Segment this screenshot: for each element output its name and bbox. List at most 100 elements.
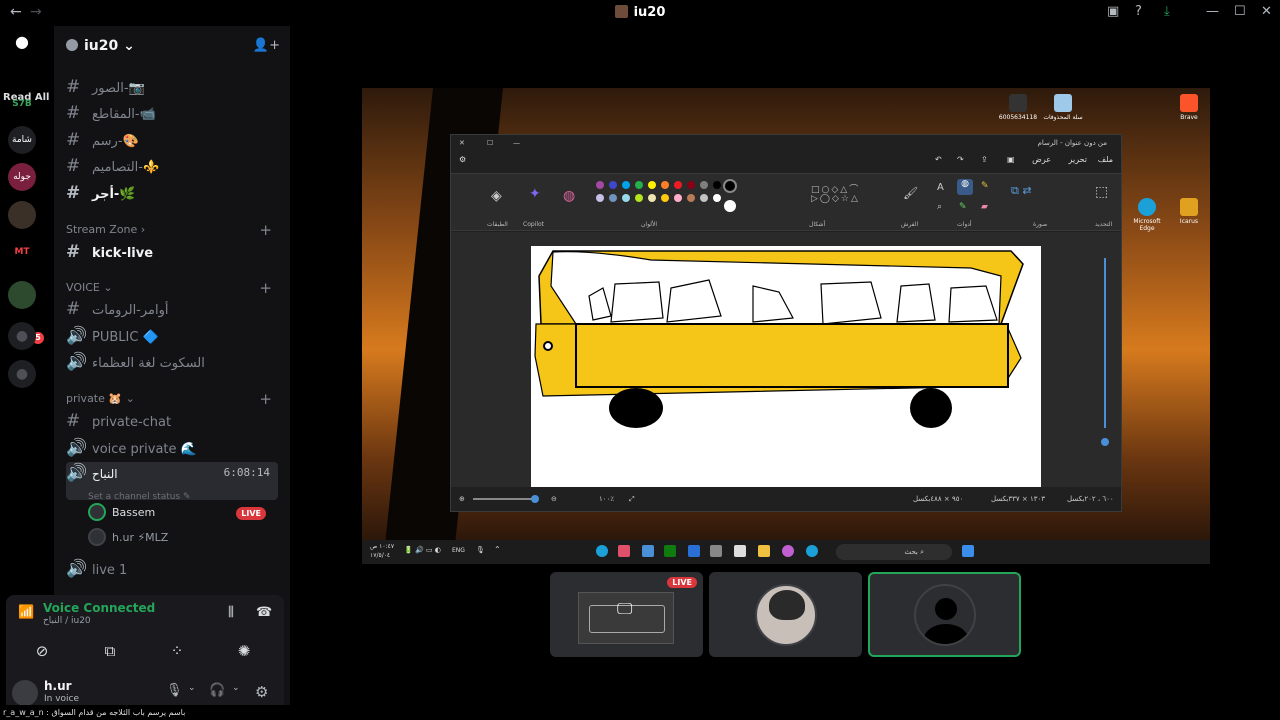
channel-room-commands[interactable]: # أوامر-الرومات bbox=[66, 298, 278, 320]
image-label: صورة bbox=[1033, 221, 1048, 228]
secondary-color bbox=[724, 200, 736, 212]
color-swatch bbox=[661, 181, 669, 189]
voice-location[interactable]: النباح / iu20 bbox=[43, 616, 91, 626]
minimize-icon[interactable]: — bbox=[1206, 4, 1219, 19]
discover-icon[interactable]: ● bbox=[8, 360, 36, 388]
download-icon[interactable]: ⤓ bbox=[1164, 4, 1170, 19]
brush-icon: 🖌 bbox=[903, 186, 919, 200]
tile-user-avatar[interactable] bbox=[709, 572, 862, 657]
server-2[interactable]: شامة bbox=[8, 126, 36, 154]
screen-share-stream[interactable]: 6005634118 سلة المحذوفات Brave Microsoft… bbox=[362, 88, 1210, 564]
inbox-icon[interactable]: ▣ bbox=[1107, 4, 1119, 19]
paint-ribbon: ◈ ✦ ◍ □○◇△⌒ ▷◯◇☆△ 🖌 A ◍ ✎ ⌕ ✎ ▰ ⧉ ⇄ ⬚ ال… bbox=[451, 173, 1121, 231]
color-swatch bbox=[622, 181, 630, 189]
bus-wheel-rear bbox=[910, 388, 952, 428]
zoom-slider-knob bbox=[531, 495, 539, 503]
color-swatch bbox=[674, 181, 682, 189]
channel-clips[interactable]: # المقاطع-📹 bbox=[66, 102, 278, 124]
avatar-head bbox=[934, 597, 957, 620]
paint-icon bbox=[782, 545, 794, 557]
settings-gear-icon[interactable]: ⚙ bbox=[255, 683, 268, 701]
signal-icon[interactable]: 📶 bbox=[18, 605, 34, 620]
server-s7b[interactable]: S7B bbox=[8, 90, 36, 118]
color-swatch bbox=[609, 194, 617, 202]
category-voice[interactable]: VOICE ⌄ + bbox=[66, 279, 278, 297]
screen-share-button[interactable]: ⧉ bbox=[80, 637, 140, 665]
microphone-icon[interactable]: 🎙 bbox=[166, 683, 183, 698]
channel-public[interactable]: 🔊 PUBLIC 🔷 bbox=[66, 325, 278, 347]
desktop-icon-recycle: سلة المحذوفات bbox=[1043, 94, 1083, 121]
channel-current-voice[interactable]: 🔊 النباح 6:08:14 Set a channel status ✎ bbox=[66, 462, 278, 502]
brushes-label: الفرش bbox=[901, 221, 919, 228]
channel-voice-private[interactable]: 🔊 voice private 🌊 bbox=[66, 437, 278, 459]
server-3[interactable]: جوله bbox=[8, 163, 36, 191]
help-icon[interactable]: ? bbox=[1135, 4, 1142, 19]
color-swatch bbox=[700, 194, 708, 202]
canvas-size: ٩٥٠ × ٤٨٨بكسل bbox=[913, 495, 964, 503]
screen-share-icon: 🖵 bbox=[617, 599, 633, 618]
voice-user-hur[interactable]: h.ur ⚡MLZ bbox=[88, 527, 278, 549]
category-private[interactable]: private 🐹 ⌄ + bbox=[66, 390, 278, 408]
color-swatch bbox=[596, 181, 604, 189]
channel-kick-live[interactable]: # kick-live bbox=[66, 241, 278, 263]
chevron-down-icon[interactable]: ⌄ bbox=[188, 683, 196, 693]
guild-header[interactable]: iu20 ⌄ bbox=[66, 38, 135, 54]
activities-button[interactable]: ⁘ bbox=[147, 637, 207, 665]
add-server-icon[interactable]: ● bbox=[8, 322, 36, 350]
add-channel-icon[interactable]: + bbox=[259, 390, 272, 408]
speaker-icon: 🔊 bbox=[66, 463, 88, 483]
category-stream-zone[interactable]: Stream Zone › + bbox=[66, 221, 278, 239]
hash-icon: # bbox=[66, 299, 81, 319]
maximize-icon[interactable]: ☐ bbox=[1234, 4, 1246, 19]
menu-edit: تحرير bbox=[1068, 155, 1087, 164]
maximize-icon: ☐ bbox=[487, 139, 494, 147]
zoom-out-icon: ⊖ bbox=[551, 495, 557, 503]
channel-private-chat[interactable]: # private-chat bbox=[66, 410, 278, 432]
channel-drawing[interactable]: # رسم-🎨 bbox=[66, 129, 278, 151]
paint-title-bar: ✕ ☐ — من دون عنوان - الرسام bbox=[451, 135, 1121, 151]
server-mt[interactable]: MT bbox=[8, 238, 36, 266]
home-icon[interactable]: ● bbox=[8, 28, 36, 56]
color-swatch bbox=[700, 181, 708, 189]
paint-status-bar: ⊕ ⊖ ١٠٠٪ ⤢ ٩٥٠ × ٤٨٨بكسل ١٣٠٣ × ٣٣٧بكسل … bbox=[451, 487, 1121, 511]
soundboard-button[interactable]: ✺ bbox=[214, 637, 274, 665]
noise-suppression-icon[interactable]: ⫼ bbox=[228, 605, 234, 620]
channel-silence[interactable]: 🔊 السكوت لغة العظماء bbox=[66, 351, 278, 373]
channel-designs[interactable]: # التصاميم-⚜️ bbox=[66, 155, 278, 177]
voice-user-bassem[interactable]: Bassem LIVE bbox=[88, 502, 278, 524]
add-channel-icon[interactable]: + bbox=[259, 221, 272, 239]
avatar-body bbox=[923, 623, 968, 644]
live-badge: LIVE bbox=[236, 507, 266, 520]
color-swatch bbox=[596, 194, 604, 202]
camera-off-button[interactable]: ⊘ bbox=[12, 637, 72, 665]
language-indicator: ENG bbox=[452, 547, 465, 554]
color-swatch bbox=[713, 194, 721, 202]
save-icon: ▣ bbox=[1007, 155, 1015, 164]
server-folder[interactable] bbox=[8, 281, 36, 309]
app-icon bbox=[710, 545, 722, 557]
color-swatch bbox=[648, 181, 656, 189]
invite-icon[interactable]: 👤+ bbox=[253, 38, 280, 53]
user-avatar[interactable] bbox=[12, 680, 38, 706]
channel-images[interactable]: # الصور-📷 bbox=[66, 76, 278, 98]
selection-size: ١٣٠٣ × ٣٣٧بكسل bbox=[991, 495, 1046, 503]
tile-self[interactable] bbox=[868, 572, 1021, 657]
channel-live-1[interactable]: 🔊 live 1 bbox=[66, 558, 278, 580]
voice-connected-label[interactable]: Voice Connected bbox=[43, 601, 155, 615]
server-4-avatar[interactable] bbox=[8, 201, 36, 229]
username[interactable]: h.ur bbox=[44, 679, 72, 693]
add-channel-icon[interactable]: + bbox=[259, 279, 272, 297]
channel-ajr[interactable]: # أجر-🌿 bbox=[66, 182, 278, 204]
cursor-position: ٦٠٠ ، ٢٠٢بكسل bbox=[1067, 495, 1114, 503]
tile-stream-preview[interactable]: 🖵 LIVE bbox=[550, 572, 703, 657]
bus-wheel-front bbox=[609, 388, 663, 428]
chevron-down-icon[interactable]: ⌄ bbox=[232, 683, 240, 693]
system-tray-icons: 🔋 🔊 ▭ ◐ bbox=[404, 546, 441, 554]
close-icon[interactable]: ✕ bbox=[1261, 4, 1272, 19]
headphones-icon[interactable]: 🎧 bbox=[209, 683, 225, 698]
voice-timer: 6:08:14 bbox=[223, 466, 270, 479]
shapes-label: أشكال bbox=[809, 221, 826, 228]
zoom-slider-vertical bbox=[1101, 242, 1109, 452]
fill-tool-icon: ◍ bbox=[957, 179, 973, 195]
disconnect-icon[interactable]: ☎ bbox=[256, 605, 272, 620]
